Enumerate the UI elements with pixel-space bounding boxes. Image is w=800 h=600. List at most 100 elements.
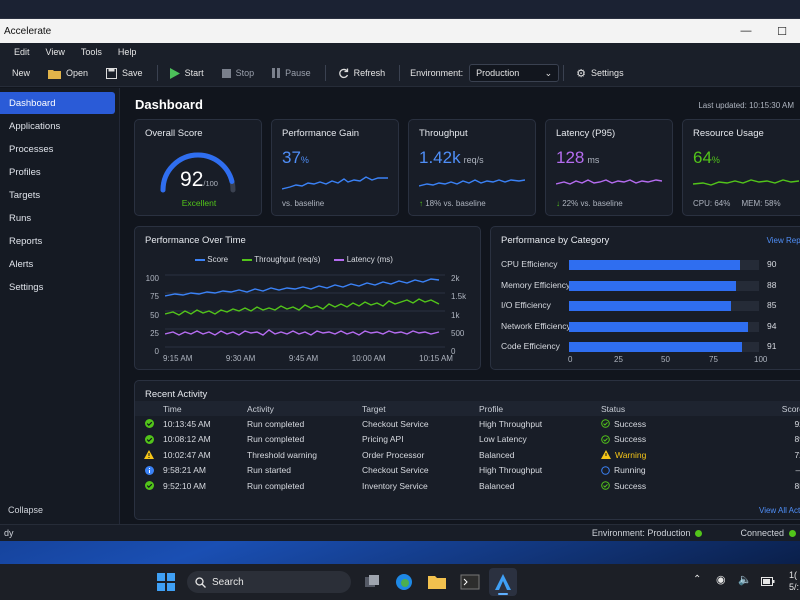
table-row[interactable]: 9:58:21 AM Run started Checkout Service Hig…	[135, 463, 800, 479]
volume-icon[interactable]: 🔈	[738, 573, 752, 586]
start-button[interactable]: Start	[162, 62, 214, 84]
taskbar-clock[interactable]: 1( 5/:	[789, 569, 799, 593]
refresh-button[interactable]: Refresh	[330, 62, 396, 84]
performance-gain-card: Performance Gain 37% vs. baseline	[271, 119, 399, 216]
performance-gain-sparkline	[282, 176, 388, 190]
status-environment: Environment: Production	[592, 528, 703, 538]
warning-icon	[135, 450, 163, 460]
sidebar-item-targets[interactable]: Targets	[0, 184, 115, 206]
category-value: 88	[767, 279, 777, 290]
maximize-button[interactable]: ☐	[764, 19, 800, 43]
recent-activity-panel: Recent Activity Time Activity Target Pro…	[134, 380, 800, 520]
col-target[interactable]: Target	[362, 404, 479, 414]
settings-button[interactable]: ⚙ Settings	[568, 62, 633, 84]
edge-browser-icon[interactable]	[394, 572, 414, 592]
accelerate-taskbar-button[interactable]	[489, 568, 517, 596]
category-value: 94	[767, 320, 777, 331]
y-left-tick: 75	[150, 292, 159, 302]
sidebar-item-applications[interactable]: Applications	[0, 115, 115, 137]
col-profile[interactable]: Profile	[479, 404, 601, 414]
sidebar-item-alerts[interactable]: Alerts	[0, 253, 115, 275]
performance-over-time-title: Performance Over Time	[145, 235, 246, 246]
check-circle-icon	[135, 434, 163, 444]
category-bar	[569, 260, 740, 270]
terminal-icon[interactable]	[460, 572, 480, 592]
category-bar-track	[569, 280, 759, 291]
row-status: Success	[601, 481, 741, 491]
sidebar-item-processes[interactable]: Processes	[0, 138, 115, 160]
performance-by-category-title: Performance by Category	[501, 235, 610, 246]
arrow-up-icon: ↑	[419, 199, 423, 208]
sidebar-item-reports[interactable]: Reports	[0, 230, 115, 252]
accelerate-app-icon	[495, 574, 511, 590]
x-tick: 75	[709, 355, 718, 364]
toolbar-divider	[324, 65, 326, 81]
row-score: 72	[794, 449, 800, 460]
row-profile: Low Latency	[479, 434, 527, 445]
check-circle-icon	[601, 481, 610, 491]
overall-score-rating: Excellent	[181, 198, 217, 208]
view-report-link[interactable]: View Report	[767, 236, 800, 245]
sidebar-item-profiles[interactable]: Profiles	[0, 161, 115, 183]
menu-edit[interactable]: Edit	[14, 47, 30, 57]
save-button[interactable]: Save	[98, 62, 153, 84]
col-activity[interactable]: Activity	[247, 404, 362, 414]
sidebar-item-settings[interactable]: Settings	[0, 276, 115, 298]
row-score: 92	[794, 418, 800, 429]
menu-tools[interactable]: Tools	[81, 47, 102, 57]
throughput-readout: 1.42k req/s	[419, 148, 484, 168]
stop-button[interactable]: Stop	[214, 62, 265, 84]
collapse-button[interactable]: Collapse	[8, 505, 43, 515]
wifi-icon[interactable]: ◉	[716, 573, 726, 586]
table-row[interactable]: 10:08:12 AM Run completed Pricing API Low L…	[135, 432, 800, 448]
open-button[interactable]: Open	[40, 62, 98, 84]
view-all-activity-link[interactable]: View All Activity	[759, 506, 800, 515]
col-score[interactable]: Score	[741, 404, 800, 414]
sidebar-item-dashboard[interactable]: Dashboard	[0, 92, 115, 114]
battery-icon[interactable]	[761, 577, 775, 586]
menu-help[interactable]: Help	[118, 47, 137, 57]
toolbar: New Open Save Start Stop Pause Refresh E…	[0, 60, 800, 87]
windows-start-icon[interactable]	[156, 572, 176, 592]
x-tick: 10:15 AM	[419, 354, 453, 363]
taskbar-search[interactable]: Search	[187, 571, 351, 593]
minimize-button[interactable]: —	[728, 19, 764, 43]
performance-gain-sub: vs. baseline	[282, 199, 325, 208]
page-title: Dashboard	[135, 97, 203, 112]
menu-view[interactable]: View	[46, 47, 65, 57]
table-row[interactable]: 10:13:45 AM Run completed Checkout Service…	[135, 416, 800, 432]
y-axis-right: 2k 1.5k 1k 500 0	[451, 270, 475, 361]
new-label: New	[12, 68, 31, 78]
y-right-tick: 0	[451, 347, 456, 357]
gear-icon: ⚙	[576, 67, 587, 80]
col-time[interactable]: Time	[163, 404, 247, 414]
legend-latency: Latency (ms)	[334, 255, 393, 264]
row-status-label: Warning	[615, 449, 647, 460]
table-row[interactable]: 10:02:47 AM Threshold warning Order Proces…	[135, 447, 800, 463]
file-explorer-icon[interactable]	[427, 572, 447, 592]
latency-label: Latency (P95)	[556, 128, 616, 139]
col-status[interactable]: Status	[601, 404, 741, 414]
task-view-icon[interactable]	[362, 572, 382, 592]
row-status-label: Success	[614, 434, 647, 445]
chevron-down-icon: ⌄	[544, 67, 553, 78]
environment-select[interactable]: Production ⌄	[469, 64, 560, 82]
performance-gain-label: Performance Gain	[282, 128, 360, 139]
status-text: dy	[4, 528, 14, 538]
chevron-up-icon[interactable]: ⌃	[693, 574, 701, 585]
sidebar-item-runs[interactable]: Runs	[0, 207, 115, 229]
play-icon	[169, 67, 180, 79]
category-row: I/O Efficiency 85	[501, 299, 800, 313]
status-connection-text: Connected	[740, 528, 784, 538]
new-button[interactable]: New	[4, 62, 40, 84]
category-bar	[569, 301, 731, 311]
toolbar-divider	[156, 65, 158, 81]
resource-usage-sparkline	[693, 179, 799, 186]
latency-card: Latency (P95) 128 ms ↓ 22% vs. baseline	[545, 119, 673, 216]
x-tick: 10:00 AM	[351, 354, 386, 363]
pause-button[interactable]: Pause	[264, 62, 321, 84]
app-body: Dashboard Applications Processes Profile…	[0, 88, 800, 525]
row-time: 9:58:21 AM	[163, 465, 207, 476]
table-row[interactable]: 9:52:10 AM Run completed Inventory Service…	[135, 478, 800, 494]
throughput-unit: req/s	[463, 155, 484, 165]
